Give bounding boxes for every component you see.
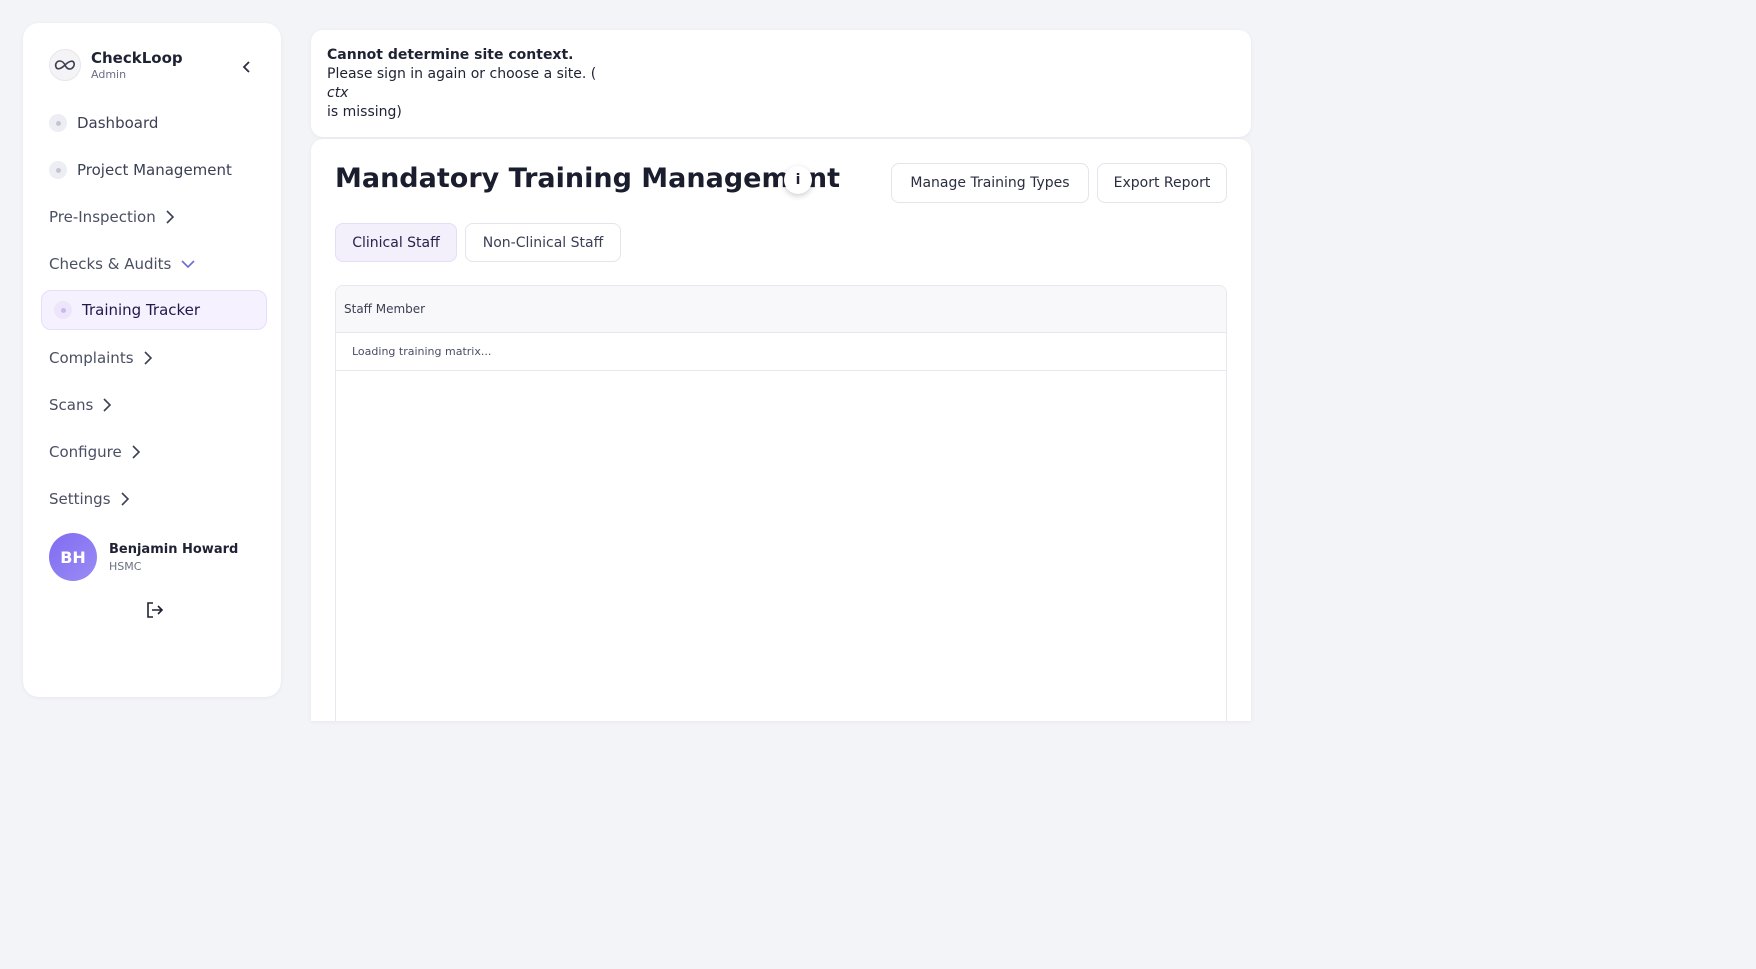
sidebar-item-label: Checks & Audits <box>49 255 172 273</box>
sidebar-item-label: Dashboard <box>77 114 159 132</box>
user-name: Benjamin Howard <box>109 541 239 557</box>
export-report-button[interactable]: Export Report <box>1097 163 1227 203</box>
brand-name: CheckLoop <box>91 49 183 67</box>
column-header-staff-member: Staff Member <box>336 286 1226 333</box>
avatar: BH <box>49 533 97 581</box>
alert-message-end: is missing) <box>327 104 402 120</box>
collapse-sidebar-button[interactable] <box>233 53 261 81</box>
sidebar-item-label: Complaints <box>49 349 134 367</box>
chevron-right-icon <box>103 398 112 412</box>
chevron-right-icon <box>166 210 174 224</box>
alert-title: Cannot determine site context. <box>327 47 574 63</box>
sidebar-item-scans[interactable]: Scans <box>41 385 267 425</box>
tab-clinical-staff[interactable]: Clinical Staff <box>335 223 457 262</box>
sidebar-item-label: Pre-Inspection <box>49 208 156 226</box>
chevron-left-icon <box>242 61 250 73</box>
sidebar: CheckLoop Admin Dashboard Project Manage… <box>23 23 281 697</box>
dot-icon <box>49 161 67 179</box>
user-org: HSMC <box>109 559 142 573</box>
alert-code: ctx <box>327 85 349 101</box>
sidebar-item-project-management[interactable]: Project Management <box>41 150 267 190</box>
sidebar-item-label: Configure <box>49 443 122 461</box>
logout-button[interactable] <box>142 597 168 623</box>
page-title: Mandatory Training Management <box>335 163 841 194</box>
sidebar-item-label: Training Tracker <box>82 301 201 319</box>
alert-message: Please sign in again or choose a site. ( <box>327 66 597 82</box>
dot-icon <box>49 114 67 132</box>
training-matrix-table: Staff Member Loading training matrix... <box>335 285 1227 721</box>
brand-role: Admin <box>91 68 127 81</box>
chevron-down-icon <box>181 259 195 269</box>
main-panel: Mandatory Training Management i Manage T… <box>311 139 1251 721</box>
loading-message: Loading training matrix... <box>336 333 1226 371</box>
sidebar-item-dashboard[interactable]: Dashboard <box>41 103 267 143</box>
tab-non-clinical-staff[interactable]: Non-Clinical Staff <box>465 223 621 262</box>
logout-icon <box>147 602 164 618</box>
brand: CheckLoop Admin <box>49 49 183 81</box>
user-profile[interactable]: BH Benjamin Howard HSMC <box>49 533 238 581</box>
sidebar-item-complaints[interactable]: Complaints <box>41 338 267 378</box>
sidebar-item-training-tracker[interactable]: Training Tracker <box>41 290 267 330</box>
sidebar-item-settings[interactable]: Settings <box>41 479 267 519</box>
sidebar-item-label: Project Management <box>77 161 232 179</box>
sidebar-item-checks-audits[interactable]: Checks & Audits <box>41 244 267 284</box>
chevron-right-icon <box>132 445 140 459</box>
sidebar-item-label: Scans <box>49 396 94 414</box>
sidebar-item-label: Settings <box>49 490 111 508</box>
manage-training-types-button[interactable]: Manage Training Types <box>891 163 1089 203</box>
dot-icon <box>54 301 72 319</box>
sidebar-item-configure[interactable]: Configure <box>41 432 267 472</box>
chevron-right-icon <box>120 492 129 506</box>
infinity-logo-icon <box>49 49 81 81</box>
site-context-alert: Cannot determine site context. Please si… <box>311 30 1251 137</box>
info-button[interactable]: i <box>784 166 812 194</box>
chevron-right-icon <box>143 351 152 365</box>
sidebar-item-pre-inspection[interactable]: Pre-Inspection <box>41 197 267 237</box>
